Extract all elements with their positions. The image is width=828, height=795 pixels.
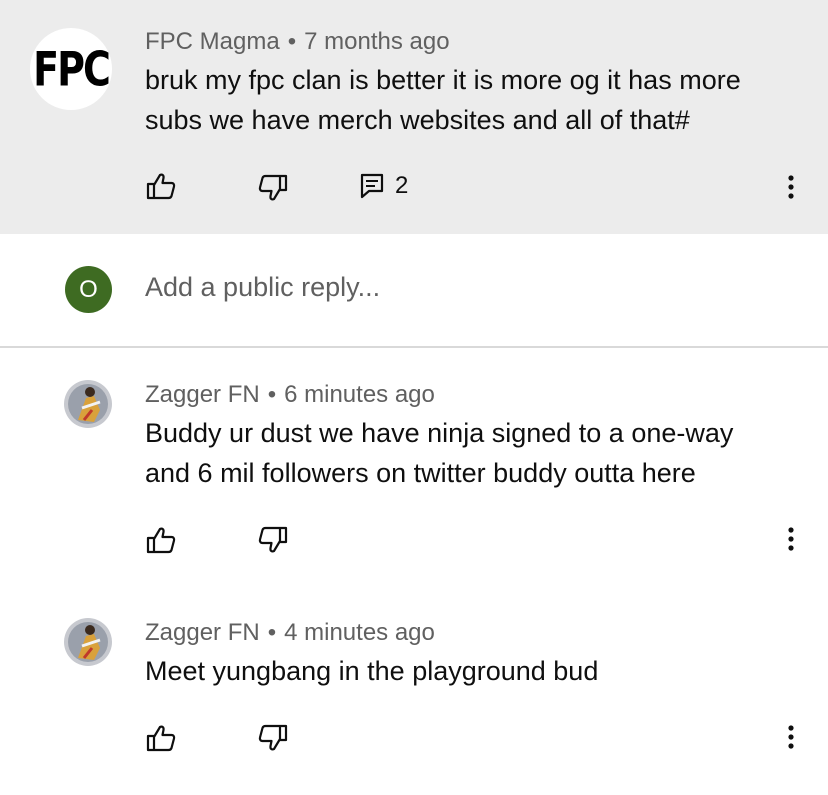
- comment-text: Meet yungbang in the playground bud: [145, 656, 599, 686]
- comment-time[interactable]: 4 minutes ago: [284, 619, 435, 646]
- reply-count[interactable]: 2: [395, 172, 408, 200]
- like-icon[interactable]: [146, 724, 176, 752]
- separator-dot: •: [267, 381, 277, 408]
- comment-author[interactable]: FPC Magma: [145, 28, 280, 55]
- comment-time[interactable]: 6 minutes ago: [284, 381, 435, 408]
- dislike-icon[interactable]: [258, 724, 288, 752]
- comment-text: Buddy ur dust we have ninja signed to a …: [145, 418, 734, 488]
- avatar[interactable]: [64, 380, 112, 428]
- reply-input[interactable]: Add a public reply...: [145, 272, 380, 303]
- divider: [0, 346, 828, 348]
- comment-meta: FPC Magma • 7 months ago: [145, 28, 450, 56]
- comment-time[interactable]: 7 months ago: [304, 28, 449, 55]
- dislike-icon[interactable]: [258, 526, 288, 554]
- reply-icon[interactable]: [360, 173, 384, 199]
- avatar-text: FPC: [33, 41, 111, 97]
- zagger-avatar-image: [64, 380, 112, 428]
- dislike-icon[interactable]: [258, 174, 288, 202]
- more-options-icon[interactable]: [786, 174, 796, 200]
- user-avatar[interactable]: O: [65, 266, 112, 313]
- comment-author[interactable]: Zagger FN: [145, 381, 260, 408]
- comment-meta: Zagger FN • 6 minutes ago: [145, 381, 435, 409]
- avatar[interactable]: FPC: [30, 28, 112, 110]
- more-options-icon[interactable]: [786, 724, 796, 750]
- more-options-icon[interactable]: [786, 526, 796, 552]
- separator-dot: •: [267, 619, 277, 646]
- zagger-avatar-image: [64, 618, 112, 666]
- separator-dot: •: [287, 28, 297, 55]
- like-icon[interactable]: [146, 172, 176, 200]
- user-avatar-letter: O: [79, 275, 98, 303]
- comment-author[interactable]: Zagger FN: [145, 619, 260, 646]
- avatar[interactable]: [64, 618, 112, 666]
- like-icon[interactable]: [146, 526, 176, 554]
- comment-text: bruk my fpc clan is better it is more og…: [145, 65, 741, 135]
- highlighted-comment: FPC FPC Magma • 7 months ago bruk my fpc c…: [0, 0, 828, 234]
- comment-meta: Zagger FN • 4 minutes ago: [145, 619, 435, 647]
